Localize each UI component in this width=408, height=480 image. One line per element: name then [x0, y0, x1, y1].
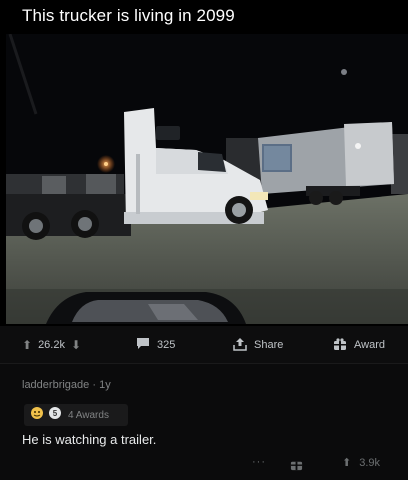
award-button[interactable]: Award — [333, 326, 385, 364]
award-badge-number: 5 — [53, 409, 58, 418]
post-title: This trucker is living in 2099 — [22, 6, 235, 25]
comment-icon — [136, 337, 150, 353]
share-label: Share — [254, 339, 284, 351]
upvote-icon[interactable]: ⬆ — [22, 338, 32, 352]
comment-vote: ⬆ 3.9k — [342, 456, 381, 470]
comment-score: 3.9k — [359, 456, 381, 469]
comment-count: 325 — [157, 339, 176, 351]
helpful-award-icon — [30, 406, 44, 425]
comment: ladderbrigade · 1y 5 4 Awards He is watc… — [0, 364, 408, 480]
silver-award-icon: 5 — [48, 406, 62, 425]
share-button[interactable]: Share — [233, 326, 283, 364]
comment-upvote-icon[interactable]: ⬆ — [342, 456, 351, 469]
share-icon — [233, 337, 247, 354]
comment-age: 1y — [99, 379, 111, 391]
more-options-icon[interactable]: ··· — [252, 456, 266, 468]
comment-awards[interactable]: 5 4 Awards — [24, 404, 128, 426]
award-label: Award — [354, 339, 385, 351]
awards-count-label: 4 Awards — [68, 409, 109, 421]
downvote-icon[interactable]: ⬇ — [71, 338, 81, 352]
comment-body: He is watching a trailer. — [22, 432, 157, 447]
comment-actions: ··· ⬆ 3.9k — [0, 456, 408, 478]
meta-separator: · — [92, 379, 97, 391]
comment-meta: ladderbrigade · 1y — [22, 379, 111, 391]
comment-author[interactable]: ladderbrigade — [22, 379, 89, 391]
post-image[interactable] — [6, 34, 408, 324]
gift-icon — [333, 337, 347, 354]
comments-button[interactable]: 325 — [136, 326, 175, 364]
upvote-count: 26.2k — [38, 339, 65, 351]
vote-control: ⬆ 26.2k ⬇ — [22, 326, 81, 364]
comment-award-icon[interactable] — [290, 458, 303, 474]
post-action-bar: ⬆ 26.2k ⬇ 325 Share Award — [0, 326, 408, 364]
truck-photo — [6, 34, 408, 324]
